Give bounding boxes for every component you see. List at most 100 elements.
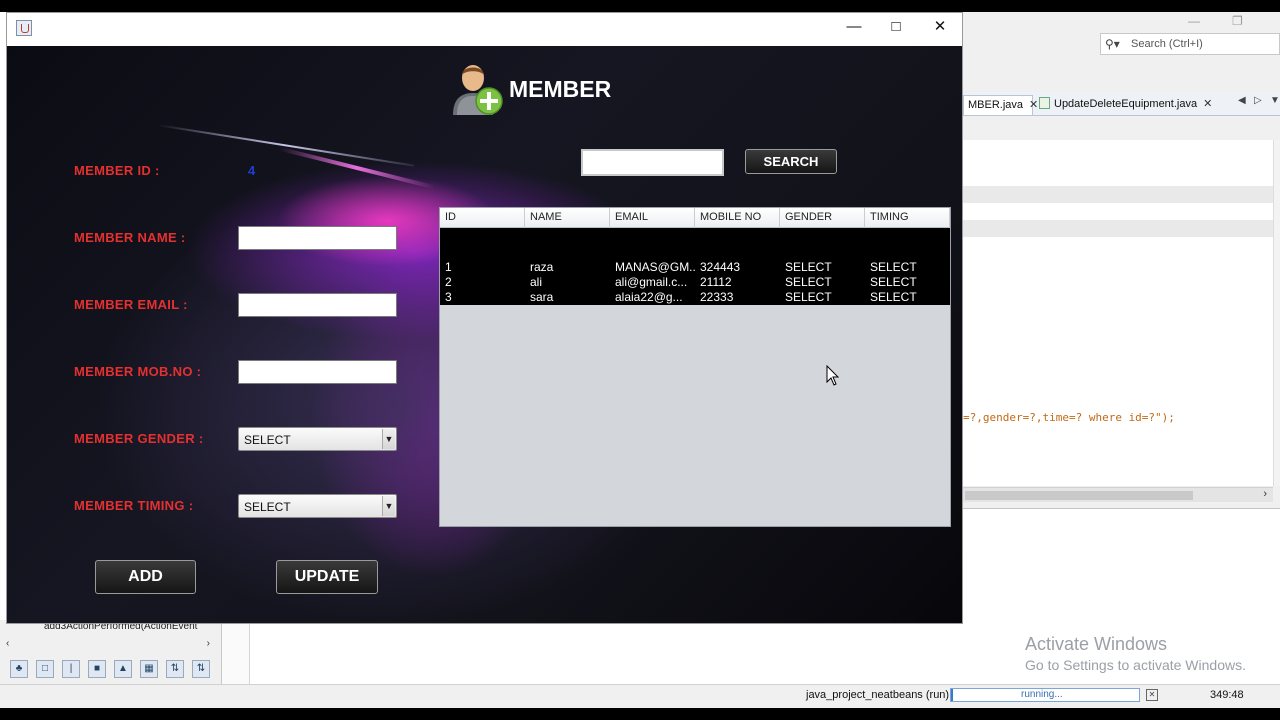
- member-timing-select[interactable]: SELECT ▼: [238, 494, 397, 518]
- code-text: =?,gender=?,time=? where id=?");: [963, 411, 1175, 424]
- static-icon[interactable]: |: [62, 660, 80, 678]
- activate-windows-title: Activate Windows: [1025, 634, 1168, 654]
- tab-member-java[interactable]: MBER.java ✕: [963, 95, 1038, 115]
- chevron-down-icon[interactable]: ▼: [382, 496, 395, 516]
- member-form-panel: MEMBER MEMBER ID : 4 MEMBER NAME : MEMBE…: [7, 46, 962, 623]
- chevron-down-icon[interactable]: ▼: [382, 429, 395, 449]
- sort-source-icon[interactable]: ⇅: [192, 660, 210, 678]
- search-input[interactable]: [581, 149, 724, 176]
- member-gender-select[interactable]: SELECT ▼: [238, 427, 397, 451]
- cell-mobile: 324443: [700, 260, 741, 274]
- chevron-right-icon[interactable]: ›: [1263, 488, 1267, 500]
- members-icon[interactable]: ♣: [10, 660, 28, 678]
- member-mob-label: MEMBER MOB.NO :: [74, 364, 202, 379]
- progress-fill: [951, 689, 953, 701]
- member-id-label: MEMBER ID :: [74, 163, 160, 178]
- tab-label: MBER.java: [968, 99, 1024, 111]
- cell-gender: SELECT: [785, 260, 832, 274]
- add-button[interactable]: ADD: [95, 560, 196, 594]
- table-row[interactable]: 3 sara alaia22@g... 22333 SELECT SELECT: [440, 290, 950, 305]
- close-icon[interactable]: ✕: [917, 13, 963, 43]
- cell-mobile: 22333: [700, 290, 734, 304]
- gender-selected-value: SELECT: [244, 433, 291, 447]
- cell-gender: SELECT: [785, 275, 832, 289]
- java-file-icon: [1039, 97, 1050, 109]
- tab-update-delete-equipment[interactable]: UpdateDeleteEquipment.java ✕: [1035, 95, 1215, 115]
- window-title-bar[interactable]: — □ ✕: [7, 13, 962, 46]
- maximize-icon[interactable]: □: [873, 13, 919, 43]
- ide-code-editor[interactable]: [963, 140, 1273, 486]
- table-row[interactable]: 1 raza MANAS@GM... 324443 SELECT SELECT: [440, 260, 950, 275]
- scrollbar-thumb[interactable]: [965, 491, 1193, 500]
- column-header-mobile[interactable]: MOBILE NO: [695, 208, 780, 228]
- search-icon: ⚲▾: [1105, 37, 1120, 51]
- cell-timing: SELECT: [870, 260, 917, 274]
- timing-selected-value: SELECT: [244, 500, 291, 514]
- cell-email: MANAS@GM...: [615, 260, 695, 274]
- column-header-id[interactable]: ID: [440, 208, 525, 228]
- lock-icon[interactable]: ■: [88, 660, 106, 678]
- members-table[interactable]: ID NAME EMAIL MOBILE NO GENDER TIMING 1 …: [439, 207, 951, 527]
- ide-window-controls: — ❐: [1180, 14, 1280, 32]
- activate-windows-subtitle: Go to Settings to activate Windows.: [1025, 657, 1246, 673]
- field-icon[interactable]: □: [36, 660, 54, 678]
- status-progress-text: running...: [1021, 689, 1063, 700]
- cell-id: 2: [445, 275, 452, 289]
- table-row[interactable]: 2 ali ali@gmail.c... 21112 SELECT SELECT: [440, 275, 950, 290]
- member-mob-field[interactable]: [238, 360, 397, 384]
- inner-class-icon[interactable]: ▦: [140, 660, 158, 678]
- member-email-field[interactable]: [238, 293, 397, 317]
- member-timing-label: MEMBER TIMING :: [74, 498, 194, 513]
- navigator-scrollbar[interactable]: ‹ ›: [6, 638, 210, 650]
- member-name-field[interactable]: [238, 226, 397, 250]
- close-icon[interactable]: ✕: [1203, 98, 1212, 110]
- editor-highlight-line: [963, 220, 1273, 237]
- editor-vertical-scrollbar[interactable]: [1273, 140, 1280, 486]
- background-laptop-edge: [156, 124, 414, 167]
- cell-id: 3: [445, 290, 452, 304]
- ide-restore-icon[interactable]: ❐: [1232, 14, 1243, 28]
- cell-name: ali: [530, 275, 543, 289]
- navigator-toolbar: ♣ □ | ■ ▲ ▦ ⇅ ⇅: [10, 660, 218, 678]
- cell-timing: SELECT: [870, 275, 917, 289]
- column-header-timing[interactable]: TIMING: [865, 208, 950, 228]
- cell-name: sara: [530, 290, 554, 304]
- ide-search-placeholder: Search (Ctrl+I): [1131, 38, 1203, 50]
- column-header-email[interactable]: EMAIL: [610, 208, 695, 228]
- inherited-icon[interactable]: ▲: [114, 660, 132, 678]
- cell-name: raza: [530, 260, 554, 274]
- table-body: 1 raza MANAS@GM... 324443 SELECT SELECT …: [440, 228, 950, 305]
- member-email-label: MEMBER EMAIL :: [74, 297, 188, 312]
- member-gender-label: MEMBER GENDER :: [74, 431, 204, 446]
- editor-horizontal-scrollbar[interactable]: ›: [963, 487, 1273, 502]
- tab-label: UpdateDeleteEquipment.java: [1054, 98, 1198, 110]
- background-laptop-glow: [278, 146, 436, 190]
- add-member-icon: [453, 65, 503, 115]
- desktop-bottom-strip: [0, 708, 1280, 720]
- editor-highlight-line: [963, 186, 1273, 203]
- ide-minimize-icon[interactable]: —: [1188, 14, 1200, 28]
- mouse-cursor-icon: [826, 365, 840, 386]
- update-button[interactable]: UPDATE: [276, 560, 378, 594]
- status-caret-position: 349:48: [1210, 689, 1244, 701]
- cell-id: 1: [445, 260, 452, 274]
- minimize-icon[interactable]: —: [831, 13, 877, 43]
- ide-editor-tabs: MBER.java ✕ UpdateDeleteEquipment.java ✕: [963, 92, 1280, 116]
- cell-email: ali@gmail.c...: [615, 275, 688, 289]
- column-header-gender[interactable]: GENDER: [780, 208, 865, 228]
- search-button[interactable]: SEARCH: [745, 149, 837, 174]
- table-header: ID NAME EMAIL MOBILE NO GENDER TIMING: [440, 208, 950, 228]
- java-icon: [16, 20, 32, 36]
- ide-tab-navigation[interactable]: ◀ ▷ ▼: [1238, 95, 1280, 106]
- desktop-top-strip: [0, 0, 1280, 12]
- column-header-name[interactable]: NAME: [525, 208, 610, 228]
- ide-lower-area: [250, 620, 963, 684]
- stop-process-icon[interactable]: ✕: [1146, 689, 1158, 701]
- ide-gutter: [222, 620, 250, 684]
- ide-search-box[interactable]: ⚲▾ Search (Ctrl+I): [1100, 33, 1280, 55]
- status-project[interactable]: java_project_neatbeans (run): [806, 689, 949, 701]
- sort-name-icon[interactable]: ⇅: [166, 660, 184, 678]
- cell-timing: SELECT: [870, 290, 917, 304]
- ide-navigator-panel: add3ActionPerformed(ActionEvent ‹ › ♣ □ | ■ ▲…: [0, 620, 222, 684]
- page-title: MEMBER: [509, 76, 612, 102]
